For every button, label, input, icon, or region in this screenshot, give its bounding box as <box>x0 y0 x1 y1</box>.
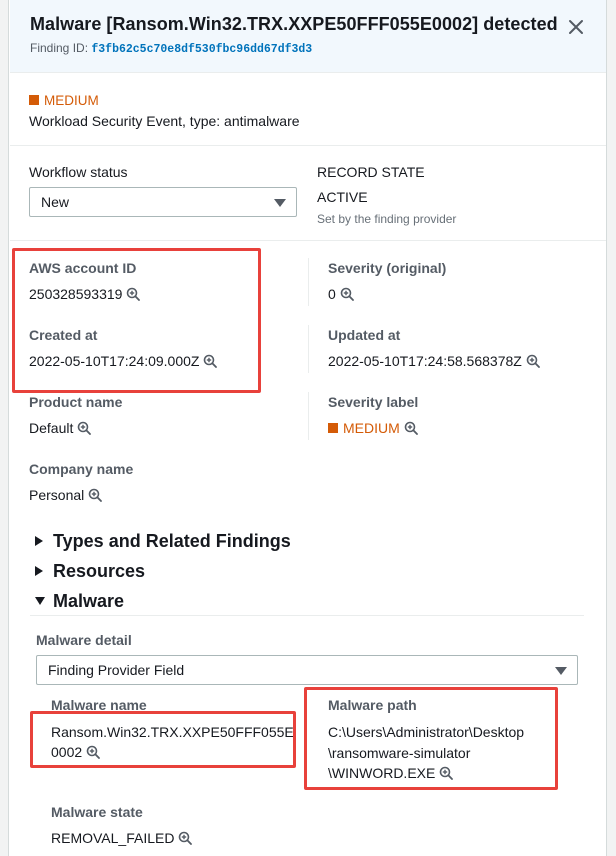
product-name-text: Default <box>29 420 74 436</box>
finding-title: Malware [Ransom.Win32.TRX.XXPE50FFF055E0… <box>30 14 558 34</box>
finding-id-link[interactable]: f3fb62c5c70e8df530fbc96dd67df3d3 <box>91 43 312 56</box>
divider <box>30 615 584 616</box>
expand-triangle-icon <box>35 536 43 546</box>
malware-detail-select[interactable]: Finding Provider Field <box>36 655 578 685</box>
malware-state-label: Malware state <box>51 804 143 820</box>
severity-original-value: 0 <box>328 286 354 302</box>
malware-state-text: REMOVAL_FAILED <box>51 830 175 846</box>
zoom-in-icon[interactable] <box>526 354 540 368</box>
workflow-status-value: New <box>41 194 70 210</box>
close-icon[interactable] <box>566 15 586 39</box>
zoom-in-icon[interactable] <box>77 421 92 435</box>
collapse-triangle-icon <box>35 597 45 605</box>
caret-down-icon <box>555 667 567 675</box>
finding-id-label: Finding ID: <box>30 41 89 55</box>
company-name-value: Personal <box>29 487 103 503</box>
column-divider <box>308 325 309 373</box>
severity-label-label: Severity label <box>328 394 419 410</box>
zoom-in-icon[interactable] <box>404 421 418 435</box>
severity-label-value: MEDIUM <box>328 420 418 436</box>
section-malware[interactable]: Malware <box>35 591 124 612</box>
section-title: Resources <box>53 561 146 581</box>
left-edge-strip <box>0 0 9 856</box>
finding-id-row: Finding ID: f3fb62c5c70e8df530fbc96dd67d… <box>30 41 312 56</box>
updated-at-text: 2022-05-10T17:24:58.568378Z <box>328 353 522 369</box>
finding-header: Malware [Ransom.Win32.TRX.XXPE50FFF055E0… <box>10 0 606 73</box>
company-name-text: Personal <box>29 487 85 503</box>
severity-square-icon <box>29 95 39 105</box>
divider <box>10 240 606 241</box>
divider <box>10 145 606 146</box>
highlight-box-malware-name <box>30 711 296 768</box>
updated-at-label: Updated at <box>328 327 401 343</box>
zoom-in-icon[interactable] <box>178 831 193 845</box>
zoom-in-icon[interactable] <box>340 287 354 301</box>
severity-original-text: 0 <box>328 286 336 302</box>
section-title: Types and Related Findings <box>53 531 291 551</box>
severity-label-text: MEDIUM <box>343 420 400 436</box>
record-state-note: Set by the finding provider <box>317 212 457 226</box>
workflow-status-select[interactable]: New <box>29 187 297 217</box>
severity-badge: MEDIUM <box>29 93 99 108</box>
workflow-status-label: Workflow status <box>29 164 128 180</box>
severity-original-label: Severity (original) <box>328 260 447 276</box>
caret-down-icon <box>274 199 286 207</box>
scrollbar-track[interactable] <box>606 0 616 856</box>
zoom-in-icon[interactable] <box>88 488 103 502</box>
column-divider <box>308 258 309 306</box>
record-state-value: ACTIVE <box>317 189 368 205</box>
highlight-box-malware-path <box>304 687 558 790</box>
section-resources[interactable]: Resources <box>35 561 145 582</box>
section-title: Malware <box>53 591 125 611</box>
column-divider <box>308 392 309 440</box>
product-name-label: Product name <box>29 394 123 410</box>
record-state-label: RECORD STATE <box>317 164 425 180</box>
updated-at-value: 2022-05-10T17:24:58.568378Z <box>328 353 540 369</box>
expand-triangle-icon <box>35 566 43 576</box>
malware-detail-label: Malware detail <box>36 632 132 648</box>
company-name-label: Company name <box>29 461 134 477</box>
finding-description: Workload Security Event, type: antimalwa… <box>29 113 300 129</box>
product-name-value: Default <box>29 420 92 436</box>
severity-square-icon <box>328 423 338 433</box>
malware-detail-value: Finding Provider Field <box>48 662 185 678</box>
section-types-related-findings[interactable]: Types and Related Findings <box>35 531 291 552</box>
malware-state-value: REMOVAL_FAILED <box>51 830 193 846</box>
severity-text: MEDIUM <box>44 93 99 108</box>
highlight-box-account-created <box>12 248 261 393</box>
